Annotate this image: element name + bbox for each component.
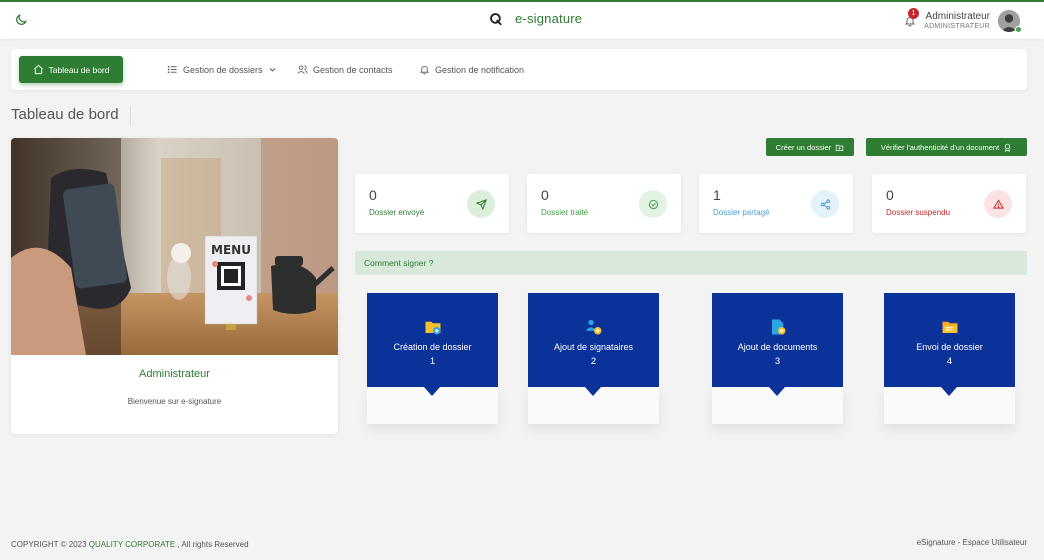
stat-card-suspended[interactable]: 0 Dossier suspendu (872, 174, 1026, 233)
brand-name: e-signature (515, 11, 583, 26)
rights-text: , All rights Reserved (177, 540, 249, 549)
step-pointer (585, 387, 601, 396)
profile-name: Administrateur (139, 368, 210, 380)
top-bar: e-signature 1 Administrateur ADMINISTRAT… (0, 0, 1044, 39)
step-number: 1 (429, 356, 436, 367)
step-number: 2 (590, 356, 597, 367)
copyright-text: COPYRIGHT © 2023 (11, 540, 87, 549)
warning-icon (984, 190, 1012, 218)
step-card-header: Ajout de signataires 2 (528, 293, 659, 387)
welcome-message: Bienvenue sur e-signature (127, 397, 222, 406)
step-title: Envoi de dossier (916, 342, 983, 352)
stat-label: Dossier envoyé (369, 208, 425, 217)
online-status-dot (1015, 26, 1022, 33)
nav-item-label: Gestion de notification (435, 64, 525, 75)
stat-label: Dossier traité (541, 208, 589, 217)
step-number: 4 (946, 356, 953, 367)
stat-value: 0 (886, 187, 894, 203)
nav-item-dashboard[interactable]: Tableau de bord (19, 56, 123, 83)
footer-copyright: COPYRIGHT © 2023 QUALITY CORPORATE , All… (11, 540, 249, 549)
list-icon (167, 65, 177, 74)
step-pointer (941, 387, 957, 396)
nav-item-label: Gestion de dossiers (183, 64, 263, 75)
title-divider (130, 106, 131, 125)
step-pointer (424, 387, 440, 396)
stat-value: 0 (541, 187, 549, 203)
stat-label: Dossier partagé (713, 208, 770, 217)
moon-icon[interactable] (14, 13, 28, 27)
step-card-header: Création de dossier 1 (367, 293, 498, 387)
create-folder-label: Créer un dossier (775, 142, 832, 152)
verify-document-button[interactable]: Vérifier l'authenticité d'un document (866, 138, 1027, 156)
folder-add-icon (425, 321, 440, 335)
nav-item-folders[interactable]: Gestion de dossiers (167, 49, 277, 90)
bell-icon (419, 65, 430, 75)
verify-document-label: Vérifier l'authenticité d'un document (880, 142, 1000, 152)
stat-card-processed[interactable]: 0 Dossier traité (527, 174, 681, 233)
nav-item-label: Gestion de contacts (313, 64, 393, 75)
step-card: Création de dossier 1 (367, 293, 498, 424)
folder-send-icon (942, 321, 957, 333)
how-to-sign-label: Comment signer ? (364, 258, 434, 268)
user-role: ADMINISTRATEUR (924, 23, 990, 30)
home-icon (33, 64, 43, 75)
users-icon (297, 65, 308, 74)
stat-card-sent[interactable]: 0 Dossier envoyé (355, 174, 509, 233)
nav-item-contacts[interactable]: Gestion de contacts (297, 49, 393, 90)
menu-sign-text: MENU (211, 243, 251, 257)
page-title: Tableau de bord (11, 106, 119, 123)
nav-item-notifications[interactable]: Gestion de notification (419, 49, 524, 90)
users-add-icon (585, 319, 601, 335)
send-icon (467, 190, 495, 218)
chevron-down-icon (269, 68, 276, 72)
step-pointer (769, 387, 785, 396)
stat-card-shared[interactable]: 1 Dossier partagé (699, 174, 853, 233)
profile-card: MENU Administrateur Bienvenue sur e-sign… (11, 138, 338, 434)
step-card-header: Ajout de documents 3 (712, 293, 843, 387)
user-name: Administrateur (925, 11, 990, 22)
how-to-sign-banner: Comment signer ? (355, 251, 1027, 275)
stat-value: 1 (713, 187, 721, 203)
main-navigation: Tableau de bord Gestion de dossiers Gest… (11, 49, 1027, 90)
step-card: Envoi de dossier 4 (884, 293, 1015, 424)
check-circle-icon (639, 190, 667, 218)
step-card: Ajout de documents 3 (712, 293, 843, 424)
stat-label: Dossier suspendu (886, 208, 951, 217)
step-card: Ajout de signataires 2 (528, 293, 659, 424)
award-icon (1005, 143, 1011, 152)
step-title: Ajout de signataires (553, 342, 634, 352)
step-card-header: Envoi de dossier 4 (884, 293, 1015, 387)
footer-app-label: eSignature - Espace Utilisateur (916, 538, 1027, 547)
stat-value: 0 (369, 187, 377, 203)
nav-item-label: Tableau de bord (48, 64, 110, 75)
cafe-menu-illustration: MENU (11, 138, 338, 355)
step-title: Création de dossier (393, 342, 472, 352)
brand: e-signature (489, 11, 582, 26)
notification-badge: 1 (908, 8, 919, 19)
folder-plus-icon (835, 144, 844, 151)
company-link[interactable]: QUALITY CORPORATE (89, 540, 175, 549)
document-add-icon (771, 319, 785, 335)
create-folder-button[interactable]: Créer un dossier (766, 138, 854, 156)
brand-logo-icon (490, 12, 502, 25)
share-icon (811, 190, 839, 218)
user-menu[interactable]: Administrateur ADMINISTRATEUR (924, 11, 990, 30)
profile-banner-image: MENU (11, 138, 338, 355)
step-title: Ajout de documents (737, 342, 818, 352)
step-number: 3 (774, 356, 781, 367)
